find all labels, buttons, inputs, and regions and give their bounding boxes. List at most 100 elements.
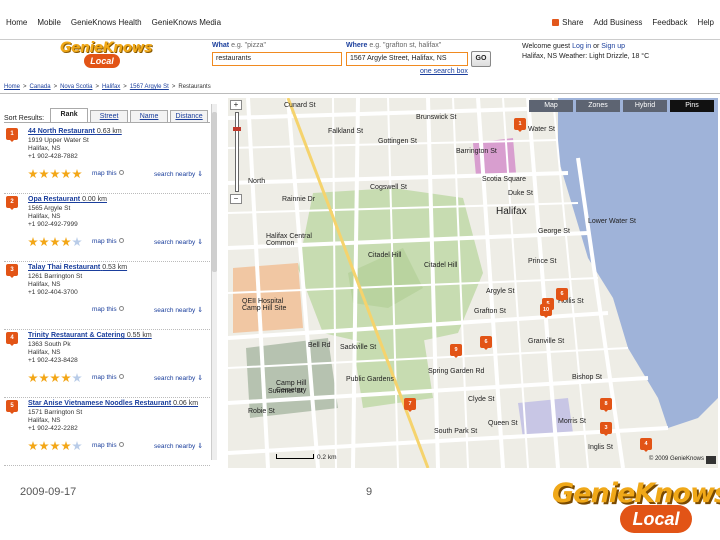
nav-media-link[interactable]: GenieKnows Media [152, 18, 221, 27]
breadcrumb-home[interactable]: Home [4, 84, 20, 90]
street-morris: Morris St [558, 418, 586, 425]
rating-star-icon [50, 237, 60, 247]
map-pin-6b[interactable]: 6 [480, 336, 492, 350]
map-this-link[interactable]: map this [92, 170, 124, 177]
top-nav-right: Share Add Business Feedback Help [552, 18, 714, 27]
list-item: 5 Star Anise Vietnamese Noodles Restaura… [4, 398, 210, 466]
map-pin-9[interactable]: 9 [450, 344, 462, 358]
scale-bar [276, 454, 314, 459]
rating-star-icon [39, 441, 49, 451]
zoom-in-button[interactable]: + [230, 100, 242, 110]
map-this-link[interactable]: map this [92, 306, 124, 313]
tab-map[interactable]: Map [529, 100, 573, 112]
signup-link[interactable]: Sign up [601, 43, 625, 50]
tab-hybrid[interactable]: Hybrid [623, 100, 667, 112]
breadcrumb-current: Restaurants [178, 84, 211, 90]
top-nav-left: Home Mobile GenieKnows Health GenieKnows… [6, 18, 221, 27]
rating-stars[interactable] [28, 237, 82, 247]
rating-star-icon [28, 169, 38, 179]
results-scrollbar[interactable] [211, 104, 217, 460]
tab-distance[interactable]: Distance [170, 110, 209, 122]
street-water: Water St [528, 126, 555, 133]
breadcrumb-halifax[interactable]: Halifax [102, 84, 120, 90]
help-link[interactable]: Help [698, 18, 714, 27]
one-search-box-link[interactable]: one search box [420, 68, 468, 75]
result-address: 1261 Barrington St Halifax, NS +1 902-40… [28, 273, 83, 296]
map-this-link[interactable]: map this [92, 442, 124, 449]
tab-pins[interactable]: Pins [670, 100, 714, 112]
where-label: Where e.g. "grafton st, halifax" [346, 42, 442, 49]
feedback-link[interactable]: Feedback [652, 18, 687, 27]
rating-star-icon [72, 441, 82, 451]
street-summer: Summer St [268, 388, 304, 395]
map-pin-1[interactable]: 1 [514, 118, 526, 132]
result-address: 1363 South Pk Halifax, NS +1 902-423-842… [28, 341, 78, 364]
street-bell: Bell Rd [308, 342, 331, 349]
zoom-slider[interactable] [233, 112, 241, 192]
list-item: 6 Chabas Thai Restaurant 0.27 km [4, 466, 210, 468]
search-nearby-link[interactable]: search nearby ⇓ [154, 442, 203, 450]
breadcrumb-nova-scotia[interactable]: Nova Scotia [60, 84, 92, 90]
rating-star-icon [61, 237, 71, 247]
rating-stars[interactable] [28, 373, 82, 383]
rating-star-icon [28, 373, 38, 383]
sort-label: Sort Results: [4, 115, 45, 122]
result-address: 1571 Barrington St Halifax, NS +1 902-42… [28, 409, 83, 432]
map-this-link[interactable]: map this [92, 238, 124, 245]
magnifier-icon [118, 374, 124, 379]
street-inglis: Inglis St [588, 444, 613, 451]
nav-mobile-link[interactable]: Mobile [37, 18, 61, 27]
map-pin-3[interactable]: 3 [600, 422, 612, 436]
slide-date: 2009-09-17 [20, 486, 77, 498]
tab-zones[interactable]: Zones [576, 100, 620, 112]
rating-stars[interactable] [28, 169, 82, 179]
login-link[interactable]: Log in [572, 43, 591, 50]
nav-home-link[interactable]: Home [6, 18, 27, 27]
share-button[interactable]: Share [552, 18, 583, 27]
map-corner-icon[interactable] [706, 456, 716, 464]
result-name-link[interactable]: 44 North Restaurant 0.63 km [28, 128, 122, 135]
map-label-scotia-square: Scotia Square [482, 176, 526, 183]
result-name-link[interactable]: Talay Thai Restaurant 0.53 km [28, 264, 127, 271]
search-nearby-link[interactable]: search nearby ⇓ [154, 170, 203, 178]
scrollbar-thumb[interactable] [212, 112, 217, 272]
sort-divider [4, 122, 210, 123]
map-pin-7[interactable]: 7 [404, 398, 416, 412]
what-search-input[interactable]: restaurants [212, 52, 342, 66]
zoom-out-button[interactable]: − [230, 194, 242, 204]
tab-street[interactable]: Street [90, 110, 129, 122]
street-barrington: Barrington St [456, 148, 497, 155]
map-pin-8[interactable]: 8 [600, 398, 612, 412]
nav-health-link[interactable]: GenieKnows Health [71, 18, 142, 27]
result-name-link[interactable]: Trinity Restaurant & Catering 0.55 km [28, 332, 152, 339]
breadcrumb-address[interactable]: 1567 Argyle St [130, 84, 169, 90]
go-button[interactable]: GO [471, 51, 491, 67]
add-business-link[interactable]: Add Business [593, 18, 642, 27]
result-name-link[interactable]: Star Anise Vietnamese Noodles Restaurant… [28, 400, 198, 407]
search-nearby-link[interactable]: search nearby ⇓ [154, 306, 203, 314]
list-item: 3 Talay Thai Restaurant 0.53 km 1261 Bar… [4, 262, 210, 330]
welcome-box: Welcome guest Log in or Sign up Halifax,… [522, 43, 650, 60]
genieknows-local-logo[interactable]: GenieKnows Local [60, 40, 152, 68]
rating-stars[interactable] [28, 441, 82, 451]
tab-name[interactable]: Name [130, 110, 169, 122]
map-this-link[interactable]: map this [92, 374, 124, 381]
magnifier-icon [118, 442, 124, 447]
map-view[interactable]: + − Map Zones Hybrid Pins Halifax Halifa… [228, 98, 718, 468]
result-name-link[interactable]: Opa Restaurant 0.00 km [28, 196, 107, 203]
breadcrumb-canada[interactable]: Canada [30, 84, 51, 90]
map-pin-6[interactable]: 6 [556, 288, 568, 302]
arrow-down-icon: ⇓ [197, 171, 204, 178]
street-falkland: Falkland St [328, 128, 364, 135]
street-grafton: Grafton St [474, 308, 506, 315]
search-nearby-link[interactable]: search nearby ⇓ [154, 374, 203, 382]
map-label-qeii: QEII Hospital Camp Hill Site [242, 298, 287, 312]
search-nearby-link[interactable]: search nearby ⇓ [154, 238, 203, 246]
map-pin-10[interactable]: 10 [540, 304, 552, 318]
map-pin-4[interactable]: 4 [640, 438, 652, 452]
street-rainnie: Rainnie Dr [282, 196, 316, 203]
where-search-input[interactable]: 1567 Argyle Street, Halifax, NS [346, 52, 468, 66]
result-pin-icon: 3 [6, 264, 18, 278]
tab-rank[interactable]: Rank [50, 108, 89, 122]
zoom-knob[interactable] [233, 127, 241, 131]
